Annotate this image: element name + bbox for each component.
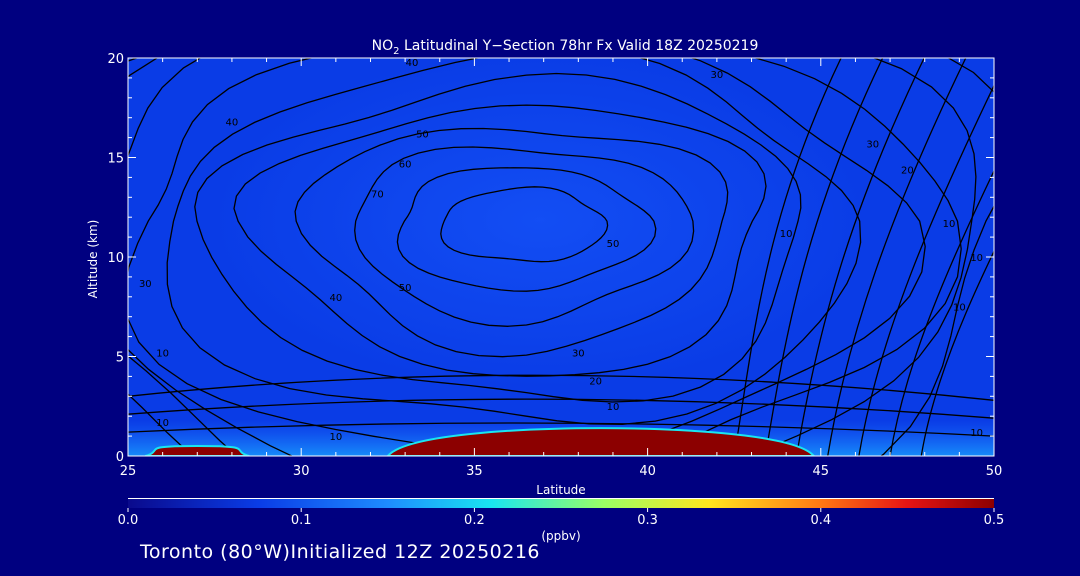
contour-label: 40 bbox=[329, 293, 342, 304]
chart-title: NO2 Latitudinal Y−Section 78hr Fx Valid … bbox=[372, 38, 759, 57]
footer-caption: Toronto (80°W)Initialized 12Z 20250216 bbox=[140, 541, 541, 563]
y-tick-label: 15 bbox=[107, 152, 124, 167]
colorbar: 0.0 0.1 0.2 0.3 0.4 0.5 (ppbv) bbox=[118, 498, 1005, 543]
contour-label: 50 bbox=[399, 283, 412, 294]
colorbar-tick-label: 0.4 bbox=[810, 513, 831, 528]
y-tick-label: 0 bbox=[116, 450, 124, 465]
colorbar-tick-label: 0.0 bbox=[118, 513, 139, 528]
contour-label: 10 bbox=[607, 402, 620, 413]
contour-label: 30 bbox=[139, 279, 152, 290]
y-tick-label: 5 bbox=[116, 351, 124, 366]
colorbar-ramp bbox=[128, 499, 994, 508]
contour-label: 40 bbox=[406, 58, 419, 69]
colorbar-tick-label: 0.5 bbox=[984, 513, 1005, 528]
y-axis-label: Altitude (km) bbox=[86, 220, 100, 299]
y-tick-label: 20 bbox=[107, 52, 124, 67]
contour-label: 10 bbox=[970, 428, 983, 439]
contour-label: 10 bbox=[329, 432, 342, 443]
contour-label: 20 bbox=[589, 376, 602, 387]
contour-label: 10 bbox=[156, 349, 169, 360]
title-rest: Latitudinal Y−Section 78hr Fx Valid 18Z … bbox=[400, 38, 759, 54]
x-tick-label: 25 bbox=[120, 464, 137, 479]
chart-svg: NO2 Latitudinal Y−Section 78hr Fx Valid … bbox=[86, 38, 1005, 543]
x-tick-label: 50 bbox=[986, 464, 1003, 479]
contour-label: 20 bbox=[901, 165, 914, 176]
contour-label: 30 bbox=[866, 140, 879, 151]
x-axis-label: Latitude bbox=[536, 483, 585, 497]
contour-label: 60 bbox=[399, 159, 412, 170]
contour-label: 30 bbox=[572, 349, 585, 360]
title-main: NO bbox=[372, 38, 394, 54]
upper-field-shade bbox=[210, 58, 870, 390]
x-tick-label: 40 bbox=[639, 464, 656, 479]
x-tick-label: 35 bbox=[466, 464, 483, 479]
contour-label: 50 bbox=[607, 239, 620, 250]
contour-label: 70 bbox=[371, 189, 384, 200]
contour-label: 10 bbox=[953, 303, 966, 314]
colorbar-ticks: 0.0 0.1 0.2 0.3 0.4 0.5 bbox=[118, 508, 1005, 528]
contour-label: 10 bbox=[970, 253, 983, 264]
plot-area: 40 40 50 60 70 50 50 40 30 10 30 20 10 10 30 20 10 10 10 30… bbox=[128, 58, 994, 456]
contour-label: 40 bbox=[226, 118, 239, 129]
contour-label: 10 bbox=[943, 219, 956, 230]
contour-label: 30 bbox=[711, 70, 724, 81]
y-tick-label: 10 bbox=[107, 251, 124, 266]
colorbar-tick-label: 0.1 bbox=[291, 513, 312, 528]
x-tick-label: 45 bbox=[813, 464, 830, 479]
contour-label: 10 bbox=[780, 229, 793, 240]
contour-label: 10 bbox=[156, 418, 169, 429]
colorbar-unit-label: (ppbv) bbox=[541, 529, 580, 543]
contour-label: 50 bbox=[416, 130, 429, 141]
colorbar-tick-label: 0.3 bbox=[637, 513, 658, 528]
x-tick-label: 30 bbox=[293, 464, 310, 479]
colorbar-tick-label: 0.2 bbox=[464, 513, 485, 528]
